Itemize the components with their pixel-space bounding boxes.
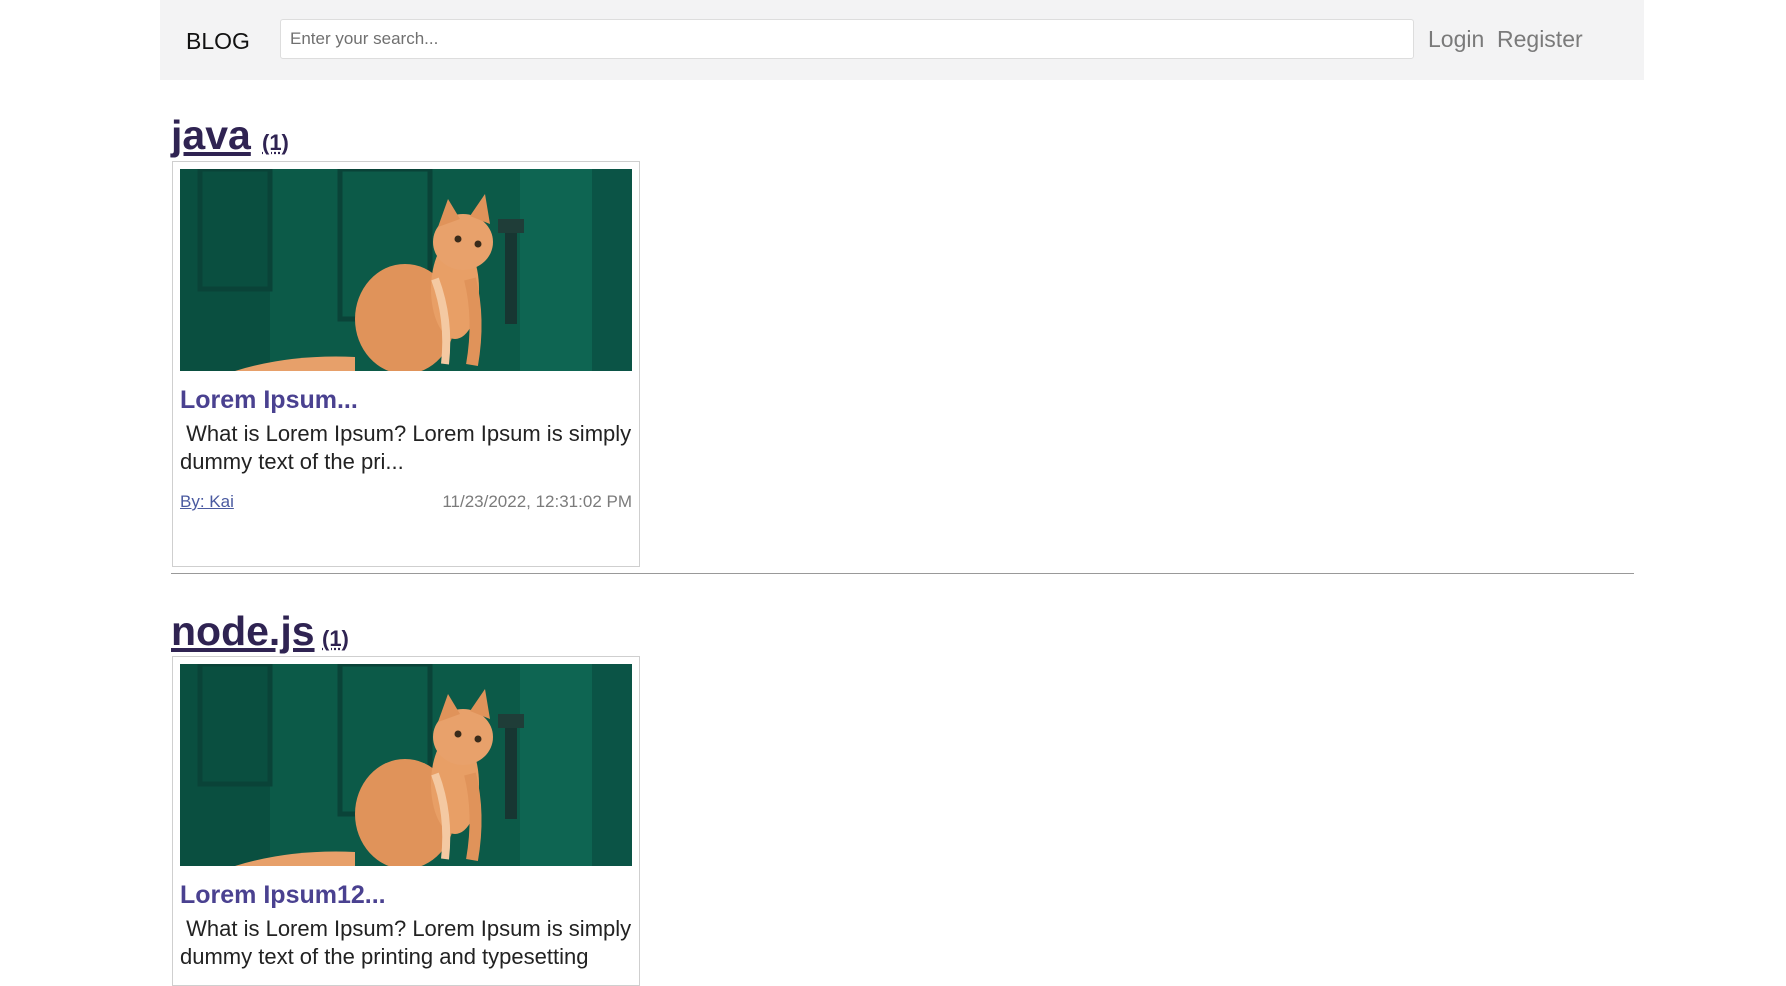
post-date: 11/23/2022, 12:31:02 PM [442,492,632,511]
login-link[interactable]: Login [1428,26,1484,53]
cat-photo-image [180,664,632,866]
post-excerpt: What is Lorem Ipsum? Lorem Ipsum is simp… [180,421,638,474]
post-title[interactable]: Lorem Ipsum... [180,386,358,415]
category-count-java[interactable]: (1) [262,130,289,156]
search-input[interactable] [280,19,1414,59]
category-title-nodejs[interactable]: node.js [171,608,315,655]
post-card[interactable]: Lorem Ipsum12... What is Lorem Ipsum? Lo… [172,656,640,986]
post-author-link[interactable]: By: Kai [180,492,234,512]
post-card[interactable]: Lorem Ipsum... What is Lorem Ipsum? Lore… [172,161,640,567]
post-excerpt: What is Lorem Ipsum? Lorem Ipsum is simp… [180,916,638,969]
post-thumbnail[interactable] [180,664,632,866]
section-divider [171,573,1634,574]
post-title[interactable]: Lorem Ipsum12... [180,881,386,910]
cat-photo-image [180,169,632,371]
navbar: BLOG Login Register [160,0,1644,80]
register-link[interactable]: Register [1497,26,1583,53]
brand-logo[interactable]: BLOG [186,28,250,55]
category-count-nodejs[interactable]: (1) [322,626,349,652]
category-title-java[interactable]: java [171,112,251,159]
post-thumbnail[interactable] [180,169,632,371]
